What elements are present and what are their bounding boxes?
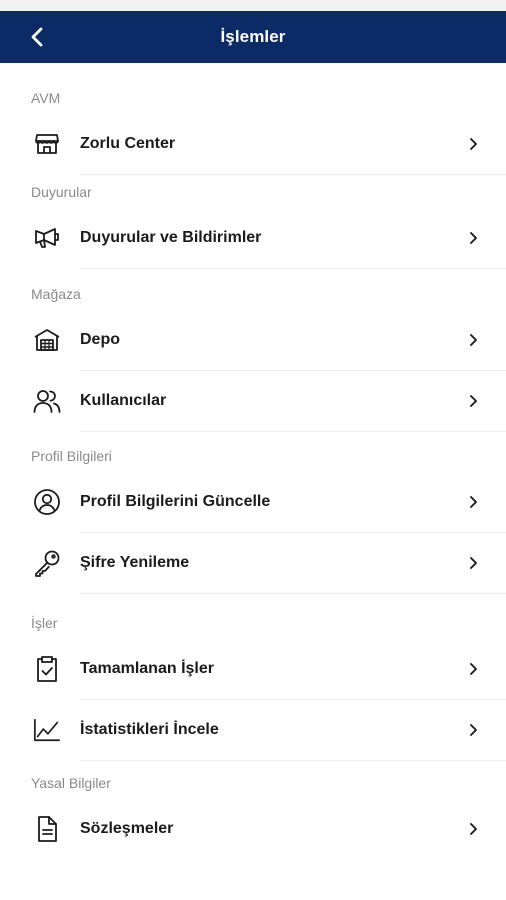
menu-item-profil-guncelle[interactable]: Profil Bilgilerini Güncelle [0, 472, 506, 532]
menu-item-tamamlanan-isler[interactable]: Tamamlanan İşler [0, 639, 506, 699]
menu-item-label: Kullanıcılar [80, 392, 167, 409]
chevron-right-icon [468, 137, 478, 151]
menu-item-label: Depo [80, 331, 120, 348]
menu-item-announcements[interactable]: Duyurular ve Bildirimler [0, 208, 506, 268]
status-bar [0, 0, 506, 11]
back-button[interactable] [30, 11, 62, 63]
users-icon [33, 387, 61, 415]
section-header-yasal: Yasal Bilgiler [31, 775, 111, 791]
section-header-avm: AVM [31, 90, 61, 106]
menu-item-label: Tamamlanan İşler [80, 660, 214, 677]
menu-item-label: Duyurular ve Bildirimler [80, 229, 262, 246]
chevron-right-icon [468, 723, 478, 737]
menu-item-label: Profil Bilgilerini Güncelle [80, 493, 271, 510]
key-icon [33, 549, 61, 577]
app-bar: İşlemler [0, 11, 506, 63]
chevron-right-icon [468, 394, 478, 408]
section-header-isler: İşler [31, 615, 58, 631]
chevron-right-icon [468, 556, 478, 570]
chevron-left-icon [31, 27, 43, 47]
chevron-right-icon [468, 231, 478, 245]
menu-item-label: Şifre Yenileme [80, 554, 190, 571]
chevron-right-icon [468, 822, 478, 836]
menu-item-istatistikler[interactable]: İstatistikleri İncele [0, 700, 506, 760]
menu-item-sifre-yenileme[interactable]: Şifre Yenileme [0, 533, 506, 593]
menu-item-kullanicilar[interactable]: Kullanıcılar [0, 371, 506, 431]
menu-item-depo[interactable]: Depo [0, 310, 506, 370]
user-circle-icon [33, 488, 61, 516]
chevron-right-icon [468, 662, 478, 676]
section-header-profil: Profil Bilgileri [31, 448, 112, 464]
menu-item-label: Sözleşmeler [80, 820, 174, 837]
chevron-right-icon [468, 495, 478, 509]
menu-item-label: Zorlu Center [80, 135, 176, 152]
document-icon [33, 815, 61, 843]
chart-line-icon [33, 716, 61, 744]
section-header-magaza: Mağaza [31, 286, 81, 302]
clipboard-check-icon [33, 655, 61, 683]
page-title: İşlemler [220, 27, 286, 46]
warehouse-icon [33, 326, 61, 354]
menu-item-zorlu-center[interactable]: Zorlu Center [0, 114, 506, 174]
megaphone-icon [33, 224, 61, 252]
menu-item-sozlesmeler[interactable]: Sözleşmeler [0, 799, 506, 859]
storefront-icon [33, 130, 61, 158]
chevron-right-icon [468, 333, 478, 347]
menu-item-label: İstatistikleri İncele [80, 721, 219, 738]
section-header-duyurular: Duyurular [31, 184, 92, 200]
